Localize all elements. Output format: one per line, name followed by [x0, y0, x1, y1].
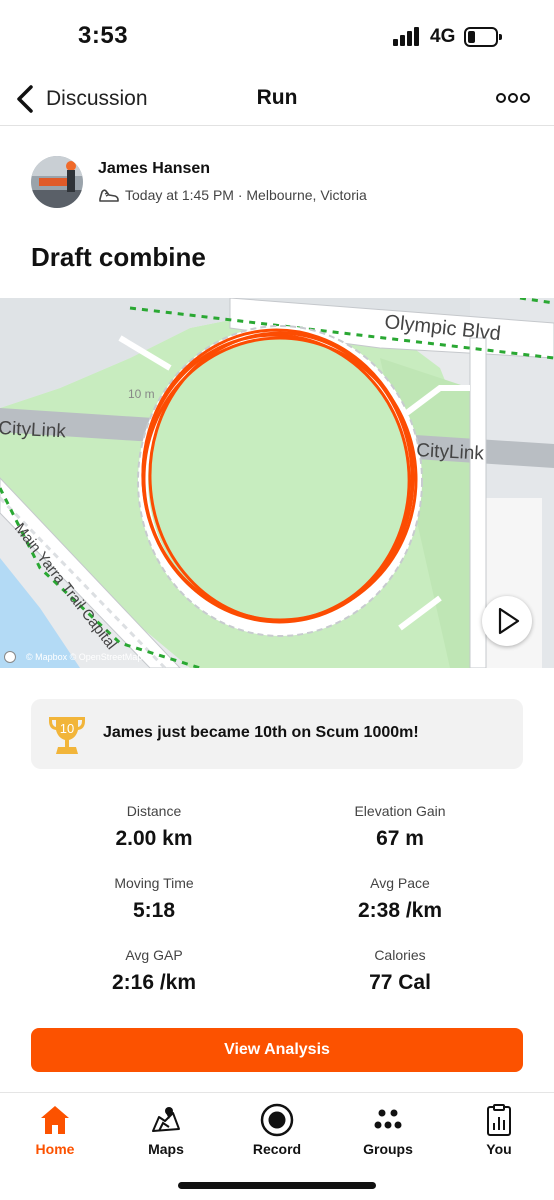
you-icon	[487, 1104, 511, 1136]
stat-label: Avg Pace	[370, 875, 430, 891]
tab-label: Home	[35, 1141, 75, 1157]
page-title: Run	[256, 86, 298, 109]
distance-marker: 10 m	[128, 387, 155, 401]
activity-meta-text: Today at 1:45 PM · Melbourne, Victoria	[125, 187, 367, 203]
stat-label: Elevation Gain	[354, 803, 446, 819]
achievement-text: James just became 10th on Scum 1000m!	[103, 724, 419, 741]
stat-distance: Distance 2.00 km	[34, 803, 274, 851]
stat-label: Avg GAP	[125, 947, 183, 963]
home-indicator	[178, 1182, 376, 1189]
nav-header: Discussion Run	[0, 72, 554, 126]
stat-label: Calories	[374, 947, 426, 963]
tab-label: Record	[252, 1141, 302, 1157]
mapbox-logo-icon	[4, 651, 16, 663]
road-label-citylink-left: CityLink	[0, 418, 67, 443]
more-dots-icon[interactable]	[496, 92, 530, 104]
tab-home[interactable]: Home	[0, 1099, 110, 1161]
flyover-play-button[interactable]	[482, 596, 532, 646]
road-label-citylink-right: CityLink	[416, 440, 485, 465]
battery-icon	[464, 27, 502, 47]
cellular-signal-icon	[393, 26, 423, 46]
activity-title: Draft combine	[31, 242, 206, 272]
view-analysis-button[interactable]: View Analysis	[31, 1028, 523, 1072]
stat-value: 2.00 km	[115, 827, 193, 850]
achievement-banner[interactable]: 10 James just became 10th on Scum 1000m!	[31, 699, 523, 769]
play-icon	[498, 607, 520, 635]
tab-record[interactable]: Record	[222, 1099, 332, 1161]
status-time: 3:53	[78, 22, 129, 49]
trophy-icon: 10	[49, 717, 85, 754]
stat-calories: Calories 77 Cal	[280, 947, 520, 995]
running-shoe-icon	[99, 189, 119, 202]
stat-value: 2:38 /km	[357, 899, 443, 922]
stat-value: 2:16 /km	[111, 971, 197, 994]
stat-avg-gap: Avg GAP 2:16 /km	[34, 947, 274, 995]
activity-meta: Today at 1:45 PM · Melbourne, Victoria	[98, 186, 367, 204]
map-canvas: Olympic Blvd CityLink CityLink Main Yarr…	[0, 298, 554, 668]
groups-icon	[374, 1109, 402, 1129]
map-icon	[152, 1107, 180, 1132]
stat-label: Distance	[126, 803, 182, 819]
stat-value: 67 m	[376, 827, 424, 850]
record-icon	[260, 1103, 294, 1137]
tab-label: Maps	[148, 1141, 184, 1157]
stat-avg-pace: Avg Pace 2:38 /km	[280, 875, 520, 923]
stat-value: 5:18	[132, 899, 176, 922]
stat-elevation-gain: Elevation Gain 67 m	[280, 803, 520, 851]
author-name[interactable]: James Hansen	[98, 160, 210, 178]
tab-you[interactable]: You	[444, 1099, 554, 1161]
stat-moving-time: Moving Time 5:18	[34, 875, 274, 923]
tab-label: Groups	[363, 1141, 413, 1157]
tab-maps[interactable]: Maps	[111, 1099, 221, 1161]
stat-label: Moving Time	[114, 875, 194, 891]
stat-value: 77 Cal	[369, 971, 431, 994]
map-attribution[interactable]: © Mapbox © OpenStreetMap	[4, 651, 142, 663]
tab-groups[interactable]: Groups	[333, 1099, 443, 1161]
avatar[interactable]	[31, 156, 83, 208]
trophy-rank: 10	[60, 721, 74, 736]
network-type: 4G	[430, 26, 456, 47]
attribution-text: © Mapbox © OpenStreetMap	[26, 652, 143, 662]
tab-label: You	[486, 1141, 512, 1157]
status-bar: 3:53 4G	[0, 0, 554, 72]
route-map[interactable]: Olympic Blvd CityLink CityLink Main Yarr…	[0, 298, 554, 668]
home-icon	[41, 1106, 69, 1134]
